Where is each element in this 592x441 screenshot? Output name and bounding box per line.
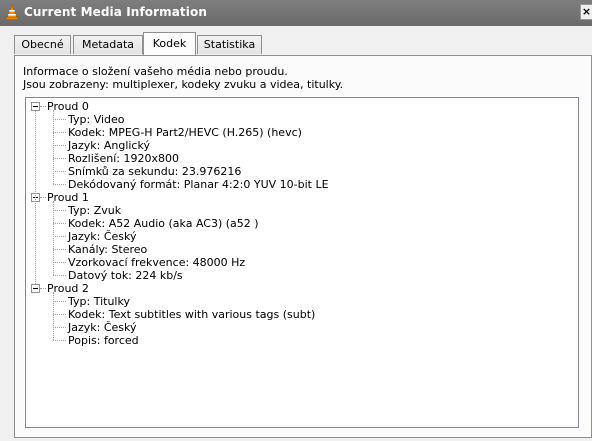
tree-node-property[interactable]: Typ: Titulky xyxy=(68,295,130,308)
close-button[interactable]: × xyxy=(580,4,592,20)
tree-connector xyxy=(40,288,46,289)
tree-connector xyxy=(53,184,66,185)
tree-connector xyxy=(53,110,54,184)
codec-tree[interactable]: Proud 0 Typ: Video Kodek: MPEG-H Part2/HEV… xyxy=(25,97,579,428)
tree-node-property[interactable]: Jazyk: Český xyxy=(68,230,137,243)
tree-connector xyxy=(53,223,66,224)
tree-connector xyxy=(53,201,54,275)
tab-label: Metadata xyxy=(81,38,135,51)
tree-node-property[interactable]: Popis: forced xyxy=(68,334,139,347)
title-bar[interactable]: Current Media Information × xyxy=(0,0,592,26)
media-information-window: Current Media Information × Obecné Metad… xyxy=(0,0,592,441)
tree-connector xyxy=(53,158,66,159)
tree-connector xyxy=(53,210,66,211)
tree-connector xyxy=(53,262,66,263)
panel-description: Informace o složení vašeho média nebo pr… xyxy=(23,65,343,91)
tree-node-property[interactable]: Kodek: Text subtitles with various tags … xyxy=(68,308,315,321)
tree-connector xyxy=(53,275,66,276)
tree-connector xyxy=(53,340,66,341)
description-line-1: Informace o složení vašeho média nebo pr… xyxy=(23,65,288,78)
description-line-2: Jsou zobrazeny: multiplexer, kodeky zvuk… xyxy=(23,78,344,91)
vlc-cone-icon xyxy=(5,4,19,20)
tree-node-property[interactable]: Kodek: MPEG-H Part2/HEVC (H.265) (hevc) xyxy=(68,126,302,139)
tab-kodek[interactable]: Kodek xyxy=(143,32,196,55)
tab-label: Statistika xyxy=(203,38,256,51)
tree-connector xyxy=(53,249,66,250)
tree-node-property[interactable]: Rozlišení: 1920x800 xyxy=(68,152,179,165)
tree-node-property[interactable]: Jazyk: Český xyxy=(68,321,137,334)
tree-connector xyxy=(40,197,46,198)
tree-node-property[interactable]: Kanály: Stereo xyxy=(68,243,147,256)
minus-expander-icon[interactable] xyxy=(31,102,40,111)
tree-node-property[interactable]: Typ: Zvuk xyxy=(68,204,121,217)
tree-node-property[interactable]: Snímků za sekundu: 23.976216 xyxy=(68,165,241,178)
tab-label: Obecné xyxy=(21,38,64,51)
tree-connector xyxy=(35,111,36,284)
tree-node-property[interactable]: Kodek: A52 Audio (aka AC3) (a52 ) xyxy=(68,217,259,230)
window-title: Current Media Information xyxy=(24,5,207,19)
minus-expander-icon[interactable] xyxy=(31,284,40,293)
tree-connector xyxy=(53,145,66,146)
close-icon: × xyxy=(581,5,592,18)
tree-connector xyxy=(40,106,46,107)
tree-connector xyxy=(53,171,66,172)
tree-connector xyxy=(53,292,54,340)
tree-connector xyxy=(53,301,66,302)
tab-obecne[interactable]: Obecné xyxy=(14,35,71,54)
tree-connector xyxy=(53,132,66,133)
tree-connector xyxy=(53,327,66,328)
tree-node-property[interactable]: Jazyk: Anglický xyxy=(68,139,150,152)
tree-node-property[interactable]: Datový tok: 224 kb/s xyxy=(68,269,183,282)
tree-node-property[interactable]: Dekódovaný formát: Planar 4:2:0 YUV 10-b… xyxy=(68,178,329,191)
tree-node-property[interactable]: Vzorkovací frekvence: 48000 Hz xyxy=(68,256,245,269)
tab-statistika[interactable]: Statistika xyxy=(197,35,262,54)
codec-panel: Informace o složení vašeho média nebo pr… xyxy=(14,55,592,438)
tab-label: Kodek xyxy=(152,37,187,50)
tree-node-property[interactable]: Typ: Video xyxy=(68,113,125,126)
tree-connector xyxy=(53,236,66,237)
tree-connector xyxy=(53,119,66,120)
tree-connector xyxy=(53,314,66,315)
tab-metadata[interactable]: Metadata xyxy=(73,35,143,54)
